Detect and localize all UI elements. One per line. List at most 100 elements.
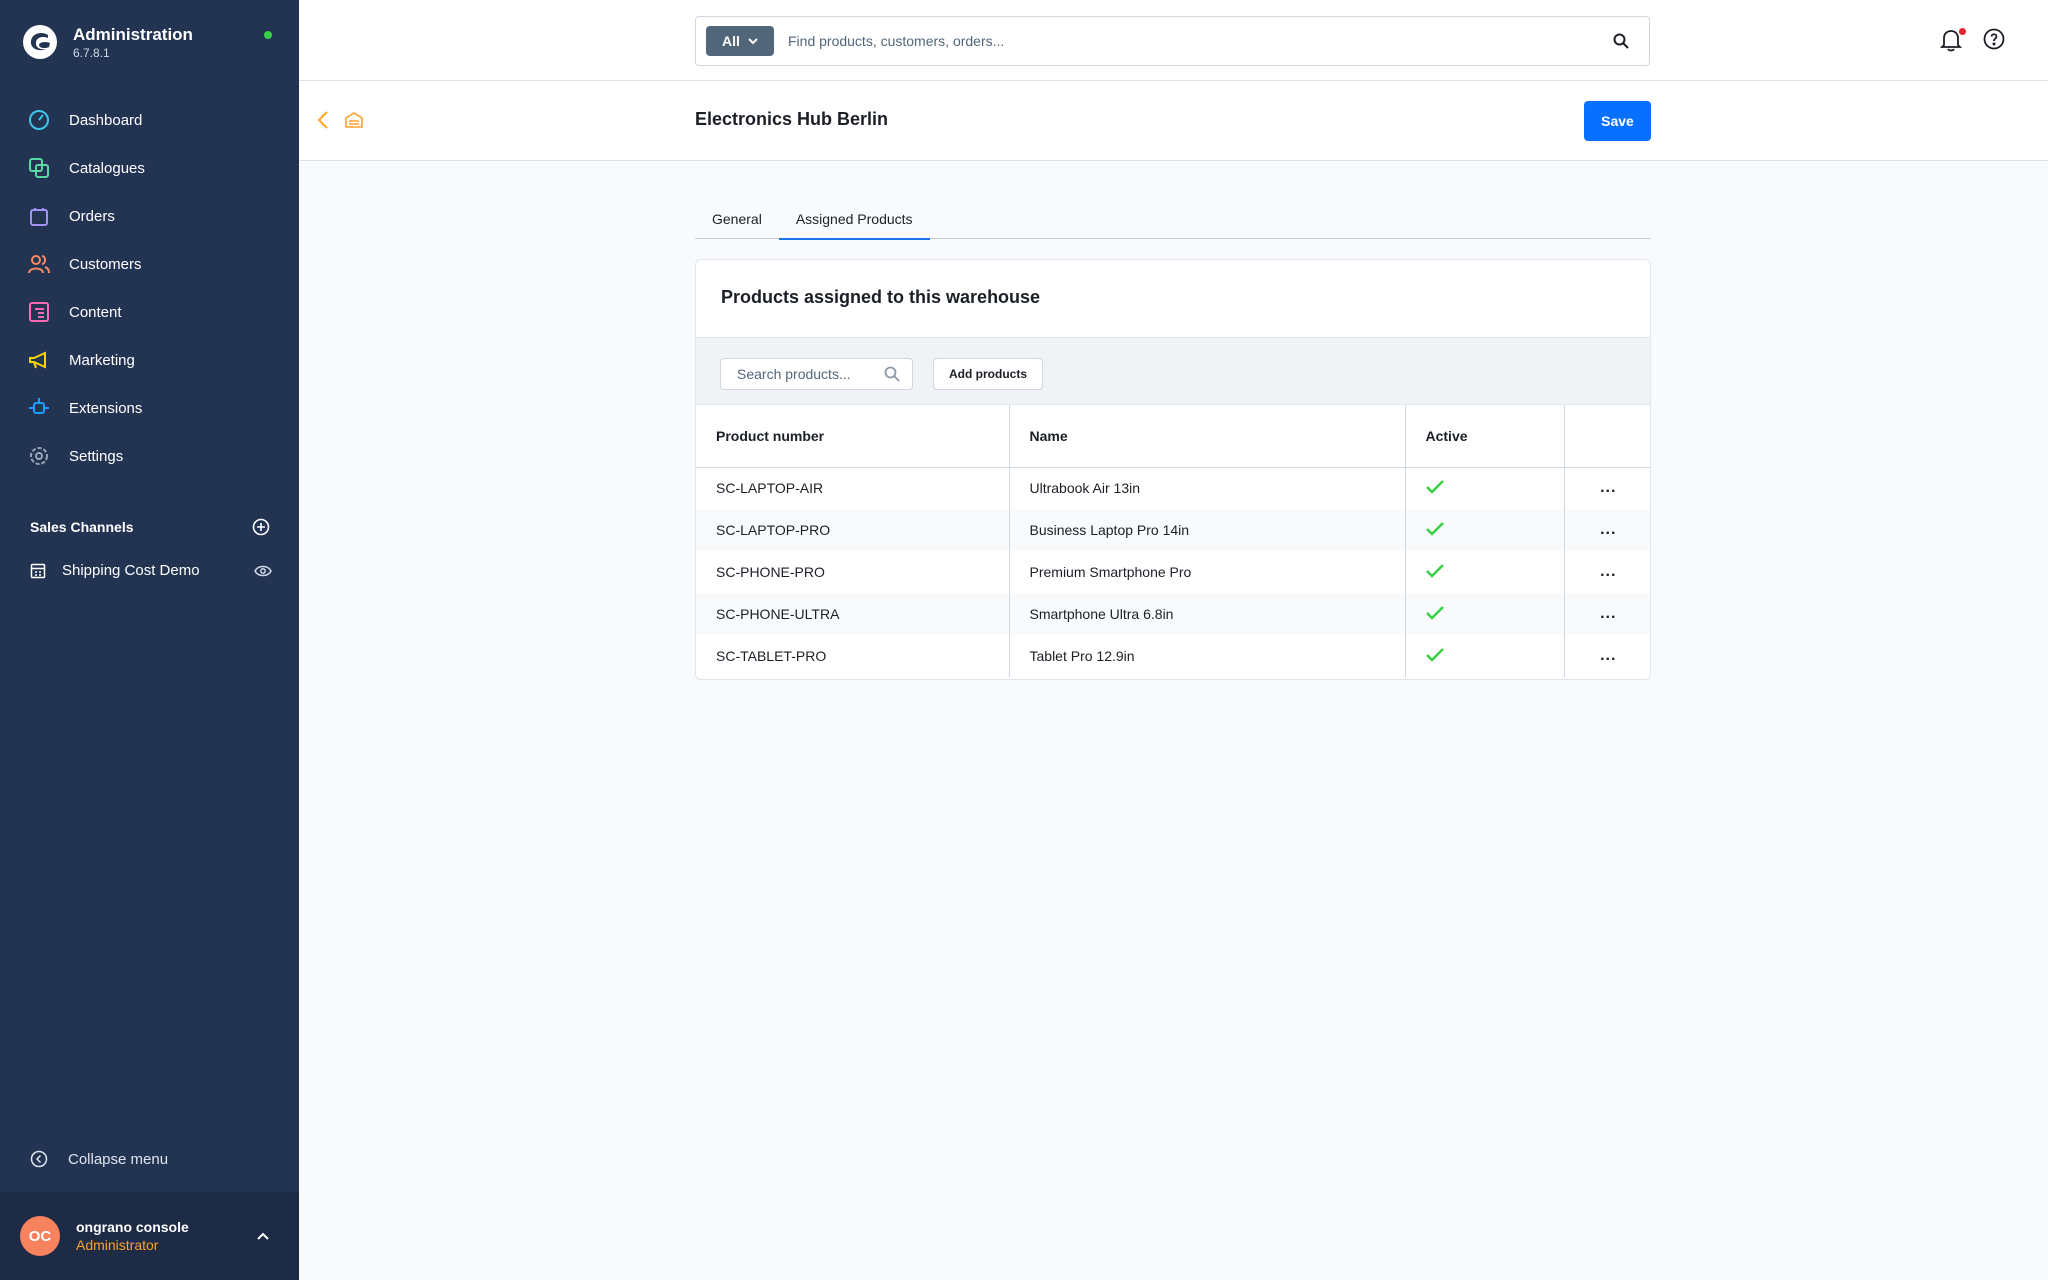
brand[interactable]: Administration 6.7.8.1 <box>22 24 193 60</box>
row-actions-button[interactable]: ... <box>1564 509 1650 551</box>
user-role: Administrator <box>76 1237 159 1253</box>
table-header-row: Product number Name Active <box>696 405 1650 468</box>
sidebar-item-marketing[interactable]: Marketing <box>0 336 299 384</box>
assigned-products-card: Products assigned to this warehouse Add … <box>695 259 1651 680</box>
card-title: Products assigned to this warehouse <box>721 287 1041 307</box>
search-type-select[interactable]: All <box>706 26 774 56</box>
active-cell <box>1405 635 1565 677</box>
avatar: OC <box>20 1216 60 1256</box>
product-search <box>720 358 913 390</box>
smart-bar: Electronics Hub Berlin Save <box>299 81 2048 161</box>
dashboard-icon <box>29 110 49 130</box>
page-title: Electronics Hub Berlin <box>695 109 889 129</box>
row-actions-button[interactable]: ... <box>1564 467 1650 509</box>
marketing-icon <box>29 351 46 369</box>
tab-general[interactable]: General <box>695 204 779 239</box>
search-input[interactable] <box>788 33 1613 49</box>
product-name-cell[interactable]: Ultrabook Air 13in <box>1009 467 1406 509</box>
top-bar: All <box>299 0 2048 81</box>
sidebar-item-label: Extensions <box>69 399 143 417</box>
save-button[interactable]: Save <box>1584 101 1651 141</box>
tabs: General Assigned Products <box>695 204 1651 240</box>
sales-channels-header: Sales Channels <box>30 518 270 536</box>
help-icon[interactable] <box>1983 28 2005 50</box>
eye-icon[interactable] <box>254 565 272 577</box>
online-status-indicator <box>264 31 272 39</box>
sidebar-item-label: Content <box>69 303 122 321</box>
orders-icon <box>30 208 48 226</box>
sidebar-item-label: Customers <box>69 255 142 273</box>
sidebar: Administration 6.7.8.1 Dashboard Catalog… <box>0 0 299 1280</box>
add-products-button[interactable]: Add products <box>933 358 1043 390</box>
collapse-chevron-icon <box>30 1150 48 1168</box>
search-icon[interactable] <box>1613 33 1629 49</box>
product-name-cell[interactable]: Premium Smartphone Pro <box>1009 551 1406 593</box>
column-header-active[interactable]: Active <box>1405 405 1565 468</box>
warehouse-icon <box>345 112 363 128</box>
card-toolbar: Add products <box>696 337 1650 405</box>
tab-assigned-products[interactable]: Assigned Products <box>778 204 930 240</box>
row-actions-button[interactable]: ... <box>1564 593 1650 635</box>
settings-icon <box>30 447 48 465</box>
checkmark-icon <box>1425 521 1444 536</box>
checkmark-icon <box>1425 605 1444 620</box>
notification-indicator <box>1959 28 1966 35</box>
product-name-cell[interactable]: Tablet Pro 12.9in <box>1009 635 1406 677</box>
sidebar-item-label: Orders <box>69 207 115 225</box>
product-search-input[interactable] <box>737 366 884 382</box>
customers-icon <box>28 255 50 274</box>
product-name-cell[interactable]: Smartphone Ultra 6.8in <box>1009 593 1406 635</box>
sidebar-item-catalogues[interactable]: Catalogues <box>0 144 299 192</box>
product-number-cell[interactable]: SC-PHONE-PRO <box>696 551 1010 593</box>
collapse-menu[interactable]: Collapse menu <box>30 1150 168 1168</box>
product-name-cell[interactable]: Business Laptop Pro 14in <box>1009 509 1406 551</box>
table-row[interactable]: SC-PHONE-PRO Premium Smartphone Pro ... <box>696 551 1650 593</box>
sidebar-item-label: Settings <box>69 447 124 465</box>
user-menu[interactable]: OC ongrano console Administrator <box>0 1192 299 1280</box>
product-number-cell[interactable]: SC-TABLET-PRO <box>696 635 1010 677</box>
app-version: 6.7.8.1 <box>73 46 110 60</box>
active-cell <box>1405 509 1565 551</box>
app-title: Administration <box>73 25 193 44</box>
table-row[interactable]: SC-LAPTOP-PRO Business Laptop Pro 14in .… <box>696 509 1650 551</box>
sidebar-item-label: Catalogues <box>69 159 145 177</box>
table-row[interactable]: SC-TABLET-PRO Tablet Pro 12.9in ... <box>696 635 1650 677</box>
search-type-label: All <box>722 33 740 49</box>
sales-channel-item[interactable]: Shipping Cost Demo <box>30 562 272 579</box>
table-row[interactable]: SC-LAPTOP-AIR Ultrabook Air 13in ... <box>696 467 1650 509</box>
row-actions-button[interactable]: ... <box>1564 551 1650 593</box>
sidebar-item-label: Dashboard <box>69 111 143 129</box>
column-header-name[interactable]: Name <box>1009 405 1406 468</box>
active-cell <box>1405 467 1565 509</box>
catalogues-icon <box>29 158 49 178</box>
sidebar-item-dashboard[interactable]: Dashboard <box>0 96 299 144</box>
sidebar-item-content[interactable]: Content <box>0 288 299 336</box>
sidebar-item-extensions[interactable]: Extensions <box>0 384 299 432</box>
global-search: All <box>695 16 1650 66</box>
sales-channels-title: Sales Channels <box>30 519 134 535</box>
storefront-icon <box>30 563 46 578</box>
sidebar-item-orders[interactable]: Orders <box>0 192 299 240</box>
chevron-up-icon[interactable] <box>257 1232 269 1240</box>
extensions-icon <box>29 398 49 414</box>
column-header-product-number[interactable]: Product number <box>696 405 1010 468</box>
sidebar-item-label: Marketing <box>69 351 135 369</box>
column-header-actions <box>1564 405 1650 468</box>
product-number-cell[interactable]: SC-LAPTOP-PRO <box>696 509 1010 551</box>
sidebar-item-customers[interactable]: Customers <box>0 240 299 288</box>
checkmark-icon <box>1425 479 1444 494</box>
row-actions-button[interactable]: ... <box>1564 635 1650 677</box>
add-sales-channel-icon[interactable] <box>252 518 270 536</box>
active-cell <box>1405 551 1565 593</box>
chevron-down-icon <box>748 37 758 44</box>
product-number-cell[interactable]: SC-PHONE-ULTRA <box>696 593 1010 635</box>
sidebar-item-settings[interactable]: Settings <box>0 432 299 480</box>
collapse-menu-label: Collapse menu <box>68 1150 169 1168</box>
back-chevron-icon[interactable] <box>317 111 329 129</box>
products-table: Product number Name Active SC-LAPTOP-AIR… <box>696 405 1650 677</box>
active-cell <box>1405 593 1565 635</box>
product-number-cell[interactable]: SC-LAPTOP-AIR <box>696 467 1010 509</box>
table-row[interactable]: SC-PHONE-ULTRA Smartphone Ultra 6.8in ..… <box>696 593 1650 635</box>
main-navigation: Dashboard Catalogues Orders Customers Co… <box>0 96 299 480</box>
search-icon <box>884 366 900 382</box>
